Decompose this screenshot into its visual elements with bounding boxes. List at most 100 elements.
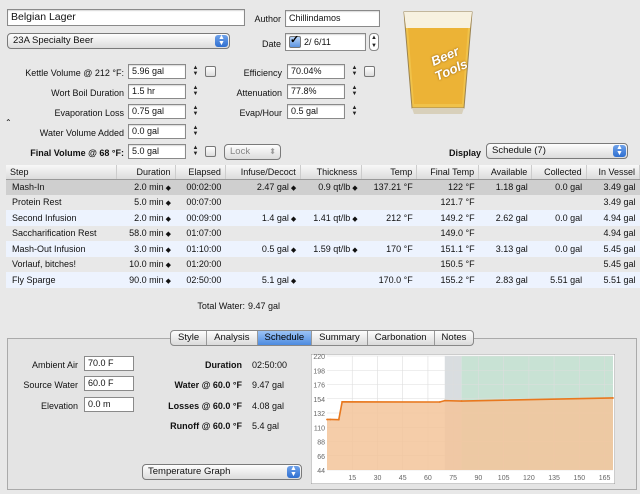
data-point <box>341 400 344 403</box>
stepper-icon[interactable]: ◆ <box>166 262 171 269</box>
table-cell: 0.5 gal ◆ <box>225 241 301 257</box>
tab-carbonation[interactable]: Carbonation <box>368 331 435 345</box>
stepper-icon[interactable]: ◆ <box>166 185 171 192</box>
kettle-volume-checkbox[interactable] <box>205 66 216 77</box>
table-header-row: Step Duration Elapsed Infuse/Decoct Thic… <box>6 165 640 180</box>
recipe-name-field[interactable]: Belgian Lager <box>7 9 245 26</box>
style-select[interactable]: 23A Specialty Beer ▲ ▼ <box>7 33 230 49</box>
col-elapsed[interactable]: Elapsed <box>175 165 226 180</box>
cell-text: 58.0 min <box>129 228 164 239</box>
tab-analysis[interactable]: Analysis <box>207 331 258 345</box>
tab-schedule[interactable]: Schedule <box>257 331 313 345</box>
evap-hour-stepper[interactable]: ▲ ▼ <box>350 105 359 119</box>
evap-hour-label: Evap/Hour <box>239 108 282 118</box>
x-tick-label: 150 <box>574 475 586 482</box>
efficiency-field[interactable]: 70.04% <box>287 64 345 79</box>
final-volume-field[interactable]: 5.0 gal <box>128 144 186 159</box>
table-cell <box>362 226 417 242</box>
efficiency-stepper[interactable]: ▲ ▼ <box>350 65 359 79</box>
final-volume-checkbox[interactable] <box>205 146 216 157</box>
stepper-icon[interactable]: ◆ <box>166 231 171 238</box>
stepper-icon[interactable]: ◆ <box>352 185 357 192</box>
table-cell: 0.9 qt/lb ◆ <box>300 179 362 195</box>
stepper-icon[interactable]: ◆ <box>166 247 171 254</box>
attenuation-field[interactable]: 77.8% <box>287 84 345 99</box>
total-water-value: 9.47 gal <box>248 301 281 311</box>
col-temp[interactable]: Temp <box>361 165 418 180</box>
tab-summary[interactable]: Summary <box>312 331 368 345</box>
wort-boil-field[interactable]: 1.5 hr <box>128 84 186 99</box>
stepper-icon[interactable]: ◆ <box>166 200 171 207</box>
table-scrollbar-track[interactable] <box>0 165 6 315</box>
lock-select[interactable]: Lock ⬍ <box>224 144 281 160</box>
col-thickness[interactable]: Thickness <box>300 165 363 180</box>
col-available[interactable]: Available <box>478 165 533 180</box>
col-collected[interactable]: Collected <box>531 165 587 180</box>
final-volume-stepper[interactable]: ▲ ▼ <box>191 145 200 159</box>
date-stepper[interactable]: ▲ ▼ <box>369 33 379 51</box>
efficiency-checkbox[interactable] <box>364 66 375 77</box>
collapse-caret-icon[interactable]: ⌃ <box>5 118 12 127</box>
table-cell <box>225 257 300 273</box>
col-final-temp[interactable]: Final Temp <box>416 165 480 180</box>
kettle-volume-field[interactable]: 5.96 gal <box>128 64 186 79</box>
table-cell: 2.0 min ◆ <box>116 210 176 226</box>
table-row[interactable]: Vorlauf, bitches! 10.0 min ◆ 01:20:00 150.5 … <box>6 257 640 273</box>
data-point <box>460 400 463 402</box>
wort-boil-stepper[interactable]: ▲ ▼ <box>191 85 200 99</box>
col-duration[interactable]: Duration <box>116 165 176 180</box>
evap-hour-field[interactable]: 0.5 gal <box>287 104 345 119</box>
table-cell: 4.94 gal <box>586 226 639 242</box>
table-row[interactable]: Mash-In 2.0 min ◆ 00:02:00 2.47 gal ◆ 0.9 qt/l… <box>6 179 640 195</box>
table-cell: Protein Rest <box>6 195 117 211</box>
elevation-field[interactable]: 0.0 m <box>84 397 134 412</box>
water-label: Water @ 60.0 °F <box>174 380 242 390</box>
y-tick-label: 176 <box>313 383 325 390</box>
table-row[interactable]: Second Infusion 2.0 min ◆ 00:09:00 1.4 gal ◆ 1… <box>6 210 640 226</box>
tab-notes[interactable]: Notes <box>435 331 474 345</box>
cell-text: 02:50:00 <box>186 274 222 285</box>
kettle-volume-stepper[interactable]: ▲ ▼ <box>191 65 200 79</box>
stepper-icon[interactable]: ◆ <box>291 278 296 285</box>
table-cell: 3.0 min ◆ <box>116 241 176 257</box>
table-row[interactable]: Protein Rest 5.0 min ◆ 00:07:00 121.7 °F 3.49… <box>6 195 640 211</box>
cell-text: 2.0 min <box>134 212 164 223</box>
table-row[interactable]: Fly Sparge 90.0 min ◆ 02:50:00 5.1 gal ◆ 170.0… <box>6 272 640 288</box>
table-row[interactable]: Saccharification Rest 58.0 min ◆ 01:07:00 14… <box>6 226 640 242</box>
water-added-stepper[interactable]: ▲ ▼ <box>191 125 200 139</box>
y-tick-label: 154 <box>313 397 325 404</box>
stepper-icon[interactable]: ◆ <box>352 247 357 254</box>
cell-text: 122 °F <box>448 182 475 192</box>
evap-loss-stepper[interactable]: ▲ ▼ <box>191 105 200 119</box>
y-tick-label: 132 <box>313 411 325 418</box>
stepper-icon[interactable]: ◆ <box>291 247 296 254</box>
stepper-icon[interactable]: ◆ <box>352 216 357 223</box>
author-field[interactable]: Chillindamos <box>285 10 380 27</box>
source-water-field[interactable]: 60.0 F <box>84 376 134 391</box>
stepper-icon[interactable]: ◆ <box>291 185 296 192</box>
data-point <box>326 418 328 421</box>
table-cell: 00:07:00 <box>175 195 225 211</box>
col-step[interactable]: Step <box>6 165 118 180</box>
table-row[interactable]: Mash-Out Infusion 3.0 min ◆ 01:10:00 0.5 gal… <box>6 241 640 257</box>
y-tick-label: 110 <box>314 425 325 432</box>
col-infuse[interactable]: Infuse/Decoct <box>225 165 301 180</box>
water-added-field[interactable]: 0.0 gal <box>128 124 186 139</box>
table-cell: 0.0 gal <box>531 179 587 195</box>
cell-text: 4.94 gal <box>603 212 636 223</box>
table-cell: 121.7 °F <box>417 195 479 211</box>
col-in-vessel[interactable]: In Vessel <box>586 165 640 180</box>
cell-text: 1.4 gal <box>261 212 289 223</box>
stepper-icon[interactable]: ◆ <box>166 216 171 223</box>
attenuation-stepper[interactable]: ▲ ▼ <box>350 85 359 99</box>
source-water-label: Source Water <box>23 380 78 390</box>
stepper-icon[interactable]: ◆ <box>291 216 296 223</box>
evap-loss-field[interactable]: 0.75 gal <box>128 104 186 119</box>
table-cell: 01:07:00 <box>175 226 225 242</box>
table-cell: 150.5 °F <box>417 257 479 273</box>
stepper-icon[interactable]: ◆ <box>166 278 171 285</box>
ambient-air-field[interactable]: 70.0 F <box>84 356 134 371</box>
tab-style[interactable]: Style <box>171 331 208 345</box>
graph-type-select[interactable]: Temperature Graph ▲ ▼ <box>142 464 302 480</box>
display-select[interactable]: Schedule (7) ▲ ▼ <box>486 143 628 159</box>
